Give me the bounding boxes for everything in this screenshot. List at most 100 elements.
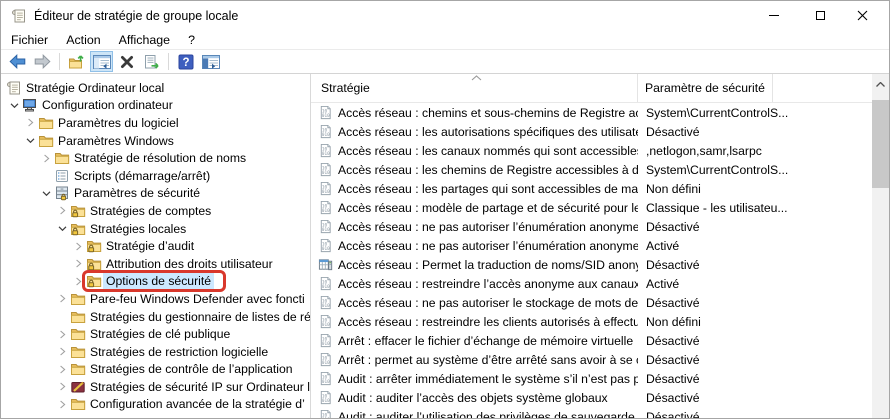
policy-row[interactable]: 10010Accès réseau : les canaux nommés qu… (311, 141, 889, 160)
chevron-right-icon[interactable] (55, 396, 69, 413)
menu-action[interactable]: Action (57, 31, 109, 49)
chevron-right-icon[interactable] (39, 150, 53, 167)
policy-row[interactable]: 10010Audit : auditer l’accès des objets … (311, 388, 889, 407)
policy-name-cell: 10010Accès réseau : les chemins de Regis… (311, 162, 638, 177)
tree-item[interactable]: Stratégie de résolution de noms (1, 149, 310, 167)
policy-name-cell: 10010Arrêt : effacer le fichier d’échang… (311, 333, 638, 348)
policy-row[interactable]: 10010Accès réseau : les autorisations sp… (311, 122, 889, 141)
chevron-right-icon[interactable] (55, 202, 69, 219)
policy-document-icon: 10010 (318, 143, 333, 158)
security-setting-cell: Désactivé (638, 334, 858, 348)
security-setting-cell: Non défini (638, 315, 858, 329)
show-console-tree-button[interactable] (90, 51, 113, 72)
title-bar: Éditeur de stratégie de groupe locale (1, 1, 889, 30)
policy-row[interactable]: 10010Accès réseau : les chemins de Regis… (311, 160, 889, 179)
chevron-down-icon[interactable] (39, 185, 53, 202)
help-icon: ? (178, 54, 194, 70)
close-button[interactable] (843, 1, 889, 30)
maximize-button[interactable] (797, 1, 843, 30)
chevron-right-icon[interactable] (55, 290, 69, 307)
tree-item[interactable]: Configuration ordinateur (1, 97, 310, 115)
chevron-right-icon[interactable] (71, 273, 85, 290)
policy-row[interactable]: 10010Arrêt : permet au système d’être ar… (311, 350, 889, 369)
expander-spacer (55, 308, 69, 325)
policy-document-icon: 10010 (318, 124, 333, 139)
chevron-down-icon[interactable] (23, 132, 37, 149)
chevron-right-icon[interactable] (55, 361, 69, 378)
policy-row[interactable]: 10010Accès réseau : restreindre l’accès … (311, 274, 889, 293)
tree-item[interactable]: Stratégies de comptes (1, 202, 310, 220)
scrollbar-thumb[interactable] (872, 100, 889, 188)
policy-name: Accès réseau : les partages qui sont acc… (338, 182, 638, 196)
policy-row[interactable]: 10010Accès réseau : ne pas autoriser l’é… (311, 236, 889, 255)
policy-row[interactable]: Accès réseau : Permet la traduction de n… (311, 255, 889, 274)
policy-name-cell: 10010Accès réseau : chemins et sous-chem… (311, 105, 638, 120)
tree-node: Configuration ordinateur (21, 97, 176, 113)
tree-item-label: Stratégies de contrôle de l’application (87, 361, 296, 377)
column-header-parametre[interactable]: Paramètre de sécurité (638, 74, 773, 102)
menu-fichier[interactable]: Fichier (2, 31, 57, 49)
policy-row[interactable]: 10010Accès réseau : restreindre les clie… (311, 312, 889, 331)
export-list-button[interactable] (140, 51, 163, 72)
tree: Stratégie Ordinateur localConfiguration … (1, 74, 311, 418)
tree-item[interactable]: Stratégies de clé publique (1, 325, 310, 343)
tree-item[interactable]: Stratégie Ordinateur local (1, 79, 310, 97)
up-one-level-button[interactable] (65, 51, 88, 72)
svg-text:?: ? (182, 57, 189, 69)
tree-item[interactable]: Paramètres Windows (1, 132, 310, 150)
tree-item[interactable]: Stratégie d’audit (1, 237, 310, 255)
tree-item[interactable]: Scripts (démarrage/arrêt) (1, 167, 310, 185)
policy-row[interactable]: 10010Accès réseau : chemins et sous-chem… (311, 103, 889, 122)
tree-item[interactable]: Stratégies de contrôle de l’application (1, 361, 310, 379)
tree-item[interactable]: Attribution des droits utilisateur (1, 255, 310, 273)
scroll-up-button[interactable] (872, 74, 889, 94)
security-setting-cell: Désactivé (638, 353, 858, 367)
forward-button[interactable] (31, 51, 54, 72)
help-button[interactable]: ? (174, 51, 197, 72)
tree-item[interactable]: Options de sécurité (1, 273, 310, 291)
tree-item[interactable]: Stratégies locales (1, 220, 310, 238)
security-setting-cell: Désactivé (638, 372, 858, 386)
policy-name-cell: 10010Accès réseau : les autorisations sp… (311, 124, 638, 139)
policy-row[interactable]: 10010Audit : arrêter immédiatement le sy… (311, 369, 889, 388)
toolbar-separator (59, 53, 60, 70)
policy-name: Audit : auditer l’utilisation des privil… (338, 410, 638, 419)
policy-row[interactable]: 10010Accès réseau : les partages qui son… (311, 179, 889, 198)
policy-row[interactable]: 10010Audit : auditer l’utilisation des p… (311, 407, 889, 418)
show-action-pane-button[interactable] (199, 51, 222, 72)
tree-node: Configuration avancée de la stratégie d’ (69, 396, 308, 412)
security-setting-cell: Désactivé (638, 391, 858, 405)
menu-help[interactable]: ? (179, 31, 204, 49)
chevron-right-icon[interactable] (71, 255, 85, 272)
policy-row[interactable]: 10010Arrêt : effacer le fichier d’échang… (311, 331, 889, 350)
chevron-right-icon[interactable] (55, 326, 69, 343)
tree-item[interactable]: Paramètres de sécurité (1, 185, 310, 203)
chevron-down-icon[interactable] (55, 220, 69, 237)
tree-item[interactable]: Stratégies de sécurité IP sur Ordinateur… (1, 378, 310, 396)
chevron-right-icon[interactable] (23, 114, 37, 131)
tree-item-label: Paramètres Windows (55, 133, 177, 149)
policy-row[interactable]: 10010Accès réseau : ne pas autoriser l’é… (311, 217, 889, 236)
chevron-right-icon[interactable] (71, 238, 85, 255)
vertical-scrollbar[interactable] (872, 74, 889, 418)
delete-button[interactable] (115, 51, 138, 72)
policy-row[interactable]: 10010Accès réseau : modèle de partage et… (311, 198, 889, 217)
tree-item[interactable]: Pare-feu Windows Defender avec foncti (1, 290, 310, 308)
scroll-icon (5, 80, 22, 96)
tree-item-label: Configuration avancée de la stratégie d’ (87, 396, 308, 412)
tree-item[interactable]: Stratégies de restriction logicielle (1, 343, 310, 361)
tree-item-label: Pare-feu Windows Defender avec foncti (87, 291, 308, 307)
tree-item[interactable]: Stratégies du gestionnaire de listes de … (1, 308, 310, 326)
back-button[interactable] (6, 51, 29, 72)
chevron-right-icon[interactable] (55, 378, 69, 395)
tree-item[interactable]: Configuration avancée de la stratégie d’ (1, 396, 310, 414)
menu-affichage[interactable]: Affichage (110, 31, 179, 49)
minimize-button[interactable] (751, 1, 797, 30)
tree-item-label: Stratégies de comptes (87, 203, 214, 219)
tree-item[interactable]: Paramètres du logiciel (1, 114, 310, 132)
policy-row[interactable]: 10010Accès réseau : ne pas autoriser le … (311, 293, 889, 312)
chevron-right-icon[interactable] (55, 343, 69, 360)
folder-icon (69, 309, 86, 325)
chevron-down-icon[interactable] (7, 97, 21, 114)
minimize-icon (769, 15, 779, 16)
